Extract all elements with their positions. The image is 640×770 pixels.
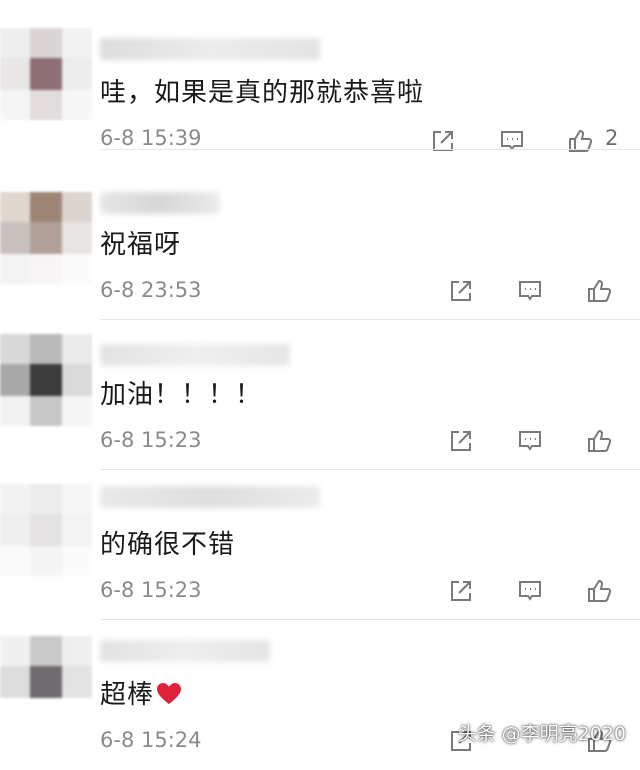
username-blurred[interactable] — [100, 38, 320, 60]
comment-item: 超棒 6-8 15:24 — [0, 620, 640, 770]
reply-button[interactable] — [513, 424, 547, 458]
like-count: 2 — [605, 126, 619, 150]
comment-time: 6-8 15:23 — [100, 578, 202, 602]
thumbs-up-icon — [588, 279, 612, 302]
share-button[interactable] — [444, 574, 478, 608]
comment-text: 哇，如果是真的那就恭喜啦 — [100, 78, 425, 108]
comment-item: 哇，如果是真的那就恭喜啦 6-8 15:39 2 — [0, 0, 640, 152]
thumbs-up-icon — [588, 579, 612, 602]
username-blurred[interactable] — [100, 486, 320, 508]
comment-item: 祝福呀 6-8 23:53 — [0, 170, 640, 320]
heart-icon — [156, 681, 182, 715]
username-blurred[interactable] — [100, 192, 220, 214]
reply-icon — [519, 431, 541, 451]
comment-time: 6-8 15:24 — [100, 728, 202, 752]
comment-text-content: 超棒 — [100, 680, 155, 710]
share-icon — [451, 581, 471, 601]
comment-text: 祝福呀 — [100, 230, 182, 260]
avatar[interactable] — [0, 334, 92, 426]
reply-button[interactable] — [513, 574, 547, 608]
reply-icon — [501, 131, 523, 151]
avatar[interactable] — [0, 636, 92, 728]
reply-icon — [519, 581, 541, 601]
like-button[interactable] — [582, 574, 616, 608]
thumbs-up-icon — [569, 129, 593, 152]
comment-item: 加油！！！！ 6-8 15:23 — [0, 320, 640, 470]
comment-time: 6-8 15:23 — [100, 428, 202, 452]
avatar[interactable] — [0, 28, 92, 120]
comment-text: 的确很不错 — [100, 530, 236, 560]
comment-text: 超棒 — [100, 678, 182, 715]
avatar[interactable] — [0, 484, 92, 576]
like-button[interactable] — [582, 274, 616, 308]
share-icon — [451, 281, 471, 301]
share-button[interactable] — [444, 424, 478, 458]
username-blurred[interactable] — [100, 344, 290, 366]
thumbs-up-icon — [588, 429, 612, 452]
reply-button[interactable] — [513, 274, 547, 308]
like-button[interactable] — [563, 124, 597, 158]
reply-icon — [519, 281, 541, 301]
comment-time: 6-8 23:53 — [100, 278, 202, 302]
comment-item: 的确很不错 6-8 15:23 — [0, 470, 640, 620]
username-blurred[interactable] — [100, 640, 270, 662]
reply-button[interactable] — [495, 124, 529, 158]
avatar[interactable] — [0, 192, 92, 284]
share-button[interactable] — [426, 124, 460, 158]
comment-time: 6-8 15:39 — [100, 126, 202, 150]
share-button[interactable] — [444, 274, 478, 308]
share-icon — [433, 131, 453, 151]
comment-text: 加油！！！！ — [100, 380, 263, 410]
share-icon — [451, 431, 471, 451]
divider — [100, 149, 640, 150]
watermark: 头条 @李明亮2020 — [457, 723, 626, 745]
like-button[interactable] — [582, 424, 616, 458]
